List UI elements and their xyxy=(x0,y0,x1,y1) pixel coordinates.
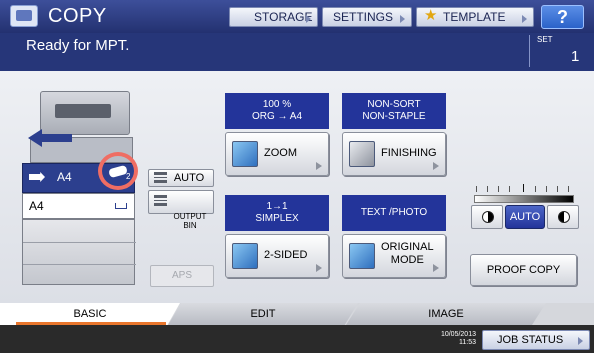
chevron-right-icon xyxy=(578,337,583,345)
chevron-right-icon xyxy=(522,15,527,23)
sort-mode: NON-SORT xyxy=(367,99,421,110)
chevron-right-icon xyxy=(306,15,311,23)
output-arrow-icon xyxy=(28,129,72,147)
aps-button[interactable]: APS xyxy=(150,265,214,287)
zoom-paper: ORG → A4 xyxy=(251,111,302,122)
original-mode-label: ORIGINAL MODE xyxy=(381,241,434,267)
tab-edit[interactable]: EDIT xyxy=(168,303,358,325)
datetime: 10/05/2013 11:53 xyxy=(424,331,476,347)
template-label: TEMPLATE xyxy=(443,10,506,24)
chevron-right-icon xyxy=(316,162,322,170)
stack-icon xyxy=(154,172,167,183)
original-mode-label-line2: MODE xyxy=(390,254,424,266)
output-bin-label: OUTPUT BIN xyxy=(173,212,207,230)
output-bin-button[interactable]: OUTPUT BIN xyxy=(148,190,214,230)
auto-label: AUTO xyxy=(173,172,205,184)
density-light-icon xyxy=(482,211,494,223)
set-label: SET xyxy=(537,35,553,44)
job-status-button[interactable]: JOB STATUS xyxy=(482,330,590,350)
density-auto-button[interactable]: AUTO xyxy=(505,205,545,229)
stack-icon xyxy=(154,195,167,206)
duplex-status: 1→1 SIMPLEX xyxy=(225,195,329,231)
tray-2[interactable]: A4 xyxy=(22,193,135,219)
help-button[interactable]: ? xyxy=(541,5,584,29)
main-panel: A4 A4 2 AUTO OUTPUT BIN APS 100 % ORG → … xyxy=(0,71,594,303)
job-status-label: JOB STATUS xyxy=(497,334,564,346)
zoom-status: 100 % ORG → A4 xyxy=(225,93,329,129)
density-lighter-button[interactable] xyxy=(471,205,503,229)
density-dark-icon xyxy=(558,211,570,223)
set-count: 1 xyxy=(571,48,580,65)
2-sided-button[interactable]: 2-SIDED xyxy=(225,234,329,278)
2-sided-label: 2-SIDED xyxy=(264,249,308,261)
zoom-icon xyxy=(232,141,258,167)
zoom-ratio: 100 % xyxy=(262,99,292,110)
duplex-mode: SIMPLEX xyxy=(255,213,299,224)
copy-icon xyxy=(10,5,38,27)
copier-illustration: A4 A4 2 xyxy=(22,85,138,289)
tray-1-size: A4 xyxy=(57,170,72,184)
chevron-right-icon xyxy=(433,162,439,170)
chevron-right-icon xyxy=(316,264,322,272)
cabinet xyxy=(22,219,136,285)
status-message: Ready for MPT. xyxy=(26,37,130,54)
zoom-button[interactable]: ZOOM xyxy=(225,132,329,176)
2-sided-icon xyxy=(232,243,258,269)
proof-copy-button[interactable]: PROOF COPY xyxy=(470,254,577,286)
status-bar: Ready for MPT. SET 1 xyxy=(0,33,594,71)
staple-mode: NON-STAPLE xyxy=(362,111,426,122)
chevron-right-icon xyxy=(433,264,439,272)
storage-button[interactable]: STORAGE xyxy=(229,7,318,27)
date: 10/05/2013 xyxy=(440,331,476,338)
original-mode-label-line1: ORIGINAL xyxy=(381,241,434,253)
storage-label: STORAGE xyxy=(254,10,313,24)
auto-paper-button[interactable]: AUTO xyxy=(148,169,214,187)
zoom-label: ZOOM xyxy=(264,147,297,159)
density-scale xyxy=(474,184,574,194)
settings-label: SETTINGS xyxy=(333,10,394,24)
paper-tray-icon xyxy=(29,172,45,182)
template-button[interactable]: ★ TEMPLATE xyxy=(416,7,534,27)
density-darker-button[interactable] xyxy=(547,205,579,229)
finishing-icon xyxy=(349,141,375,167)
copy-screen: COPY STORAGE SETTINGS ★ TEMPLATE ? Ready… xyxy=(0,0,594,353)
settings-button[interactable]: SETTINGS xyxy=(322,7,412,27)
original-mode-icon xyxy=(349,243,375,269)
star-icon: ★ xyxy=(424,7,438,24)
original-mode-button[interactable]: ORIGINAL MODE xyxy=(342,234,446,278)
top-bar: COPY STORAGE SETTINGS ★ TEMPLATE ? xyxy=(0,0,594,33)
original-mode-status: TEXT /PHOTO xyxy=(342,195,446,231)
tray-2-size: A4 xyxy=(29,199,44,213)
chevron-right-icon xyxy=(400,15,405,23)
set-divider xyxy=(529,35,530,67)
app-title: COPY xyxy=(48,5,107,27)
mpt-number: 2 xyxy=(126,172,131,181)
finishing-button[interactable]: FINISHING xyxy=(342,132,446,176)
tab-image[interactable]: IMAGE xyxy=(346,303,546,325)
density-gradient xyxy=(474,195,574,203)
original-mode-value: TEXT /PHOTO xyxy=(360,207,428,218)
finishing-status: NON-SORT NON-STAPLE xyxy=(342,93,446,129)
duplex-ratio: 1→1 xyxy=(266,201,288,212)
finishing-label: FINISHING xyxy=(381,147,437,159)
drawer-icon xyxy=(115,203,127,209)
time: 11:53 xyxy=(459,339,476,346)
